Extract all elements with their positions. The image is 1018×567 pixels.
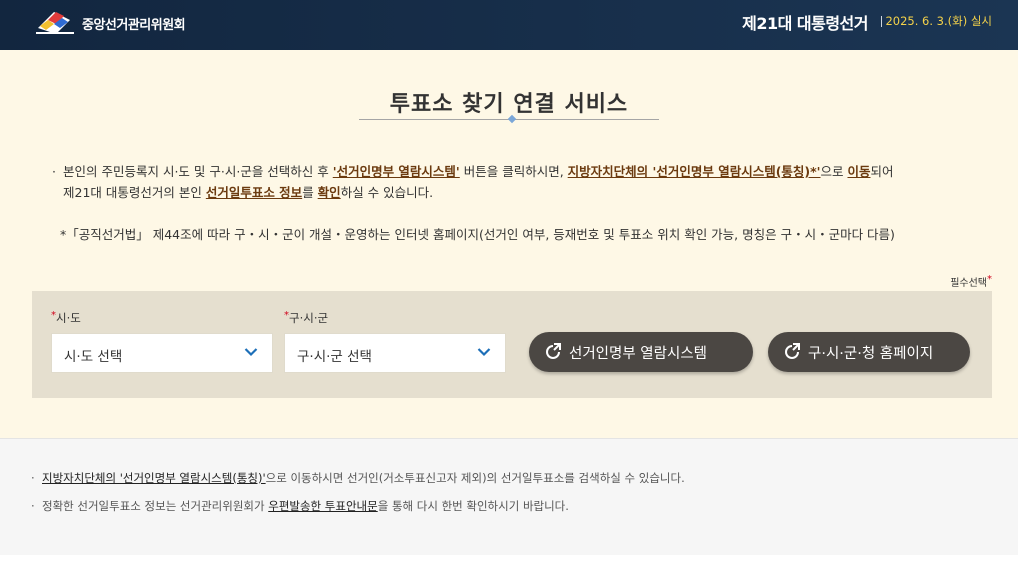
bullet-icon: · xyxy=(52,164,56,179)
desc-text: 를 xyxy=(302,185,318,200)
external-refresh-icon xyxy=(546,343,561,359)
header-divider xyxy=(881,16,882,27)
required-star-icon: * xyxy=(284,310,289,321)
desc-text: 본인의 주민등록지 시·도 및 구·시·군을 선택하신 후 xyxy=(63,164,333,179)
required-label: 필수선택 xyxy=(950,278,987,289)
required-note: 필수선택* xyxy=(950,274,992,289)
chevron-down-icon xyxy=(477,348,491,357)
footer-note-link: 지방자치단체의 '선거인명부 열람시스템(통칭)' xyxy=(42,471,266,485)
description-line-2: 제21대 대통령선거의 본인 선거일투표소 정보를 확인하실 수 있습니다. xyxy=(52,182,992,203)
footer-note-1: · 지방자치단체의 '선거인명부 열람시스템(통칭)'으로 이동하시면 선거인(거… xyxy=(31,470,685,486)
footer-note-2: · 정확한 선거일투표소 정보는 선거관리위원회가 우편발송한 투표안내문을 통해… xyxy=(31,498,569,514)
bullet-icon: · xyxy=(31,499,35,513)
required-star-icon: * xyxy=(987,274,992,285)
desc-text: 제21대 대통령선거의 본인 xyxy=(63,185,206,200)
region-select-panel: *시·도 시·도 선택 *구·시·군 구·시·군 선택 선거인명부 열람시스템 … xyxy=(32,291,992,398)
sido-select[interactable]: 시·도 선택 xyxy=(51,333,273,373)
required-star-icon: * xyxy=(51,310,56,321)
gusigun-label-text: 구·시·군 xyxy=(289,311,329,325)
desc-highlight: 선거일투표소 정보 xyxy=(205,185,303,200)
top-header: 중앙선거관리위원회 제21대 대통령선거 2025. 6. 3.(화) 실시 xyxy=(0,0,1018,50)
main-section: 투표소 찾기 연결 서비스 · 본인의 주민등록지 시·도 및 구·시·군을 선택… xyxy=(0,50,1018,438)
gusigun-select-value: 구·시·군 선택 xyxy=(297,349,372,365)
nec-logo[interactable] xyxy=(34,6,76,36)
desc-highlight: 이동 xyxy=(847,164,871,179)
voter-registry-button[interactable]: 선거인명부 열람시스템 xyxy=(529,332,753,372)
description-line-1: · 본인의 주민등록지 시·도 및 구·시·군을 선택하신 후 '선거인명부 열람… xyxy=(52,161,992,182)
footer-note-text: 으로 이동하시면 선거인(거소투표신고자 제외)의 선거일투표소를 검색하실 수… xyxy=(265,471,685,485)
external-refresh-icon xyxy=(785,343,800,359)
sido-select-value: 시·도 선택 xyxy=(64,349,123,365)
org-name[interactable]: 중앙선거관리위원회 xyxy=(82,14,186,33)
sido-label: *시·도 xyxy=(51,310,81,326)
desc-highlight: '선거인명부 열람시스템' xyxy=(332,164,460,179)
law-footnote: *「공직선거법」 제44조에 따라 구・시・군이 개설・운영하는 인터넷 홈페이… xyxy=(60,227,895,242)
desc-text: 되어 xyxy=(870,164,894,179)
page-title: 투표소 찾기 연결 서비스 xyxy=(389,92,629,117)
desc-highlight: 확인 xyxy=(317,185,341,200)
voter-registry-button-label: 선거인명부 열람시스템 xyxy=(569,346,708,362)
footer-note-link: 우편발송한 투표안내문 xyxy=(268,499,378,513)
desc-highlight: 지방자치단체의 '선거인명부 열람시스템(통칭)*' xyxy=(567,164,821,179)
election-title: 제21대 대통령선거 xyxy=(742,14,868,33)
desc-text: 으로 xyxy=(820,164,848,179)
gusigun-label: *구·시·군 xyxy=(284,310,328,326)
footer-note-text: 을 통해 다시 한번 확인하시기 바랍니다. xyxy=(377,499,569,513)
gusigun-select[interactable]: 구·시·군 선택 xyxy=(284,333,506,373)
service-description: · 본인의 주민등록지 시·도 및 구·시·군을 선택하신 후 '선거인명부 열람… xyxy=(52,161,992,203)
sido-label-text: 시·도 xyxy=(56,311,81,325)
election-date: 2025. 6. 3.(화) 실시 xyxy=(885,14,992,28)
footer-notes: · 지방자치단체의 '선거인명부 열람시스템(통칭)'으로 이동하시면 선거인(거… xyxy=(0,438,1018,555)
footer-note-text: 정확한 선거일투표소 정보는 선거관리위원회가 xyxy=(42,499,269,513)
district-homepage-button[interactable]: 구·시·군·청 홈페이지 xyxy=(768,332,970,372)
desc-text: 하실 수 있습니다. xyxy=(340,185,434,200)
desc-text: 버튼을 클릭하시면, xyxy=(459,164,568,179)
district-homepage-button-label: 구·시·군·청 홈페이지 xyxy=(808,346,934,362)
chevron-down-icon xyxy=(244,348,258,357)
bullet-icon: · xyxy=(31,471,35,485)
